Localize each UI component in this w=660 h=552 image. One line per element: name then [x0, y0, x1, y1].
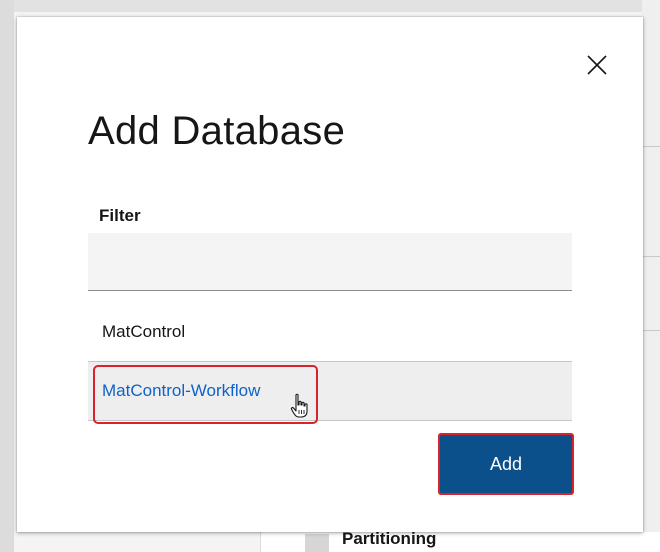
- background-divider: [642, 330, 660, 331]
- background-checkbox: [305, 534, 329, 552]
- background-divider: [642, 256, 660, 257]
- add-database-modal: Add Database Filter MatControl MatContro…: [17, 17, 643, 532]
- filter-input[interactable]: [88, 233, 572, 291]
- background-header: [0, 0, 660, 12]
- list-item-selected[interactable]: MatControl-Workflow: [88, 362, 572, 421]
- list-item[interactable]: MatControl: [88, 303, 572, 362]
- hand-pointer-icon: [290, 393, 308, 418]
- modal-title: Add Database: [88, 109, 346, 153]
- database-list: MatControl MatControl-Workflow: [88, 303, 572, 421]
- filter-label: Filter: [99, 206, 141, 225]
- close-icon[interactable]: [582, 50, 612, 80]
- add-button[interactable]: Add: [439, 434, 573, 494]
- background-right-panel: [642, 0, 660, 552]
- background-section-label: Partitioning: [342, 529, 437, 548]
- database-name: MatControl: [102, 322, 186, 341]
- close-button[interactable]: [582, 50, 612, 80]
- background-divider: [642, 146, 660, 147]
- database-name[interactable]: MatControl-Workflow: [102, 381, 260, 401]
- background-left-edge: [0, 0, 14, 552]
